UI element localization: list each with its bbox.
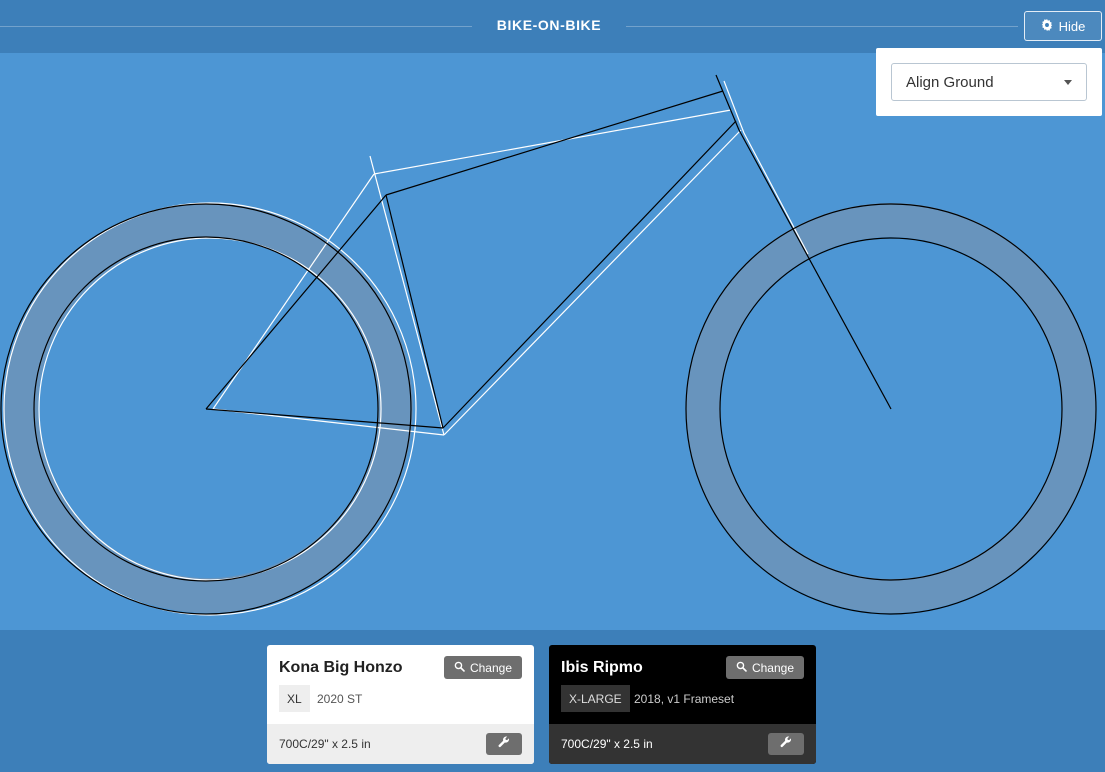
align-mode-select[interactable]: Align Ground [891, 63, 1087, 101]
bike-year: 2018, v1 Frameset [634, 692, 735, 706]
change-bike-button[interactable]: Change [726, 656, 804, 679]
change-label: Change [469, 660, 513, 675]
change-label: Change [751, 660, 795, 675]
hide-button-label: Hide [1058, 18, 1086, 34]
bike-a-white-outline [3, 80, 809, 616]
customize-bike-button[interactable] [768, 733, 804, 755]
card-footer: 700C/29" x 2.5 in [267, 724, 534, 764]
search-icon [454, 661, 465, 675]
align-panel: Align Ground [876, 48, 1102, 116]
bike-name: Ibis Ripmo [561, 659, 643, 676]
bike-comparison-canvas [0, 53, 1105, 630]
bike-a-top-tube [373, 109, 732, 175]
header-bar: BIKE-ON-BIKE Hide [0, 0, 1105, 53]
tire-size: 700C/29" x 2.5 in [279, 737, 371, 751]
change-bike-button[interactable]: Change [444, 656, 522, 679]
bike-overlay-drawing [0, 74, 1097, 616]
bike-b-black-outline [0, 74, 1097, 615]
header-rule-right [626, 26, 1018, 27]
size-badge: XL [279, 685, 310, 712]
bike-card-ibis: Ibis Ripmo Change X-LARGE 2018, v1 Frame… [549, 645, 816, 764]
page-title: BIKE-ON-BIKE [496, 17, 602, 33]
bike-a-fork [743, 132, 809, 255]
bike-a-head-tube [723, 80, 745, 134]
size-badge: X-LARGE [561, 685, 630, 712]
search-icon [736, 661, 747, 675]
caret-down-icon [1064, 80, 1072, 85]
header-rule-left [0, 26, 472, 27]
bike-b-top-tube [385, 90, 724, 196]
bike-name: Kona Big Honzo [279, 659, 403, 676]
align-mode-value: Align Ground [906, 73, 994, 91]
hide-button[interactable]: Hide [1024, 11, 1102, 41]
bike-card-kona: Kona Big Honzo Change XL 2020 ST 700C/29… [267, 645, 534, 764]
tire-size: 700C/29" x 2.5 in [561, 737, 653, 751]
card-footer: 700C/29" x 2.5 in [549, 724, 816, 764]
wrench-icon [498, 735, 510, 753]
bike-year: 2020 ST [317, 692, 363, 706]
wrench-icon [780, 735, 792, 753]
gear-icon [1041, 18, 1053, 34]
bike-b-head-tube [715, 74, 740, 131]
customize-bike-button[interactable] [486, 733, 522, 755]
